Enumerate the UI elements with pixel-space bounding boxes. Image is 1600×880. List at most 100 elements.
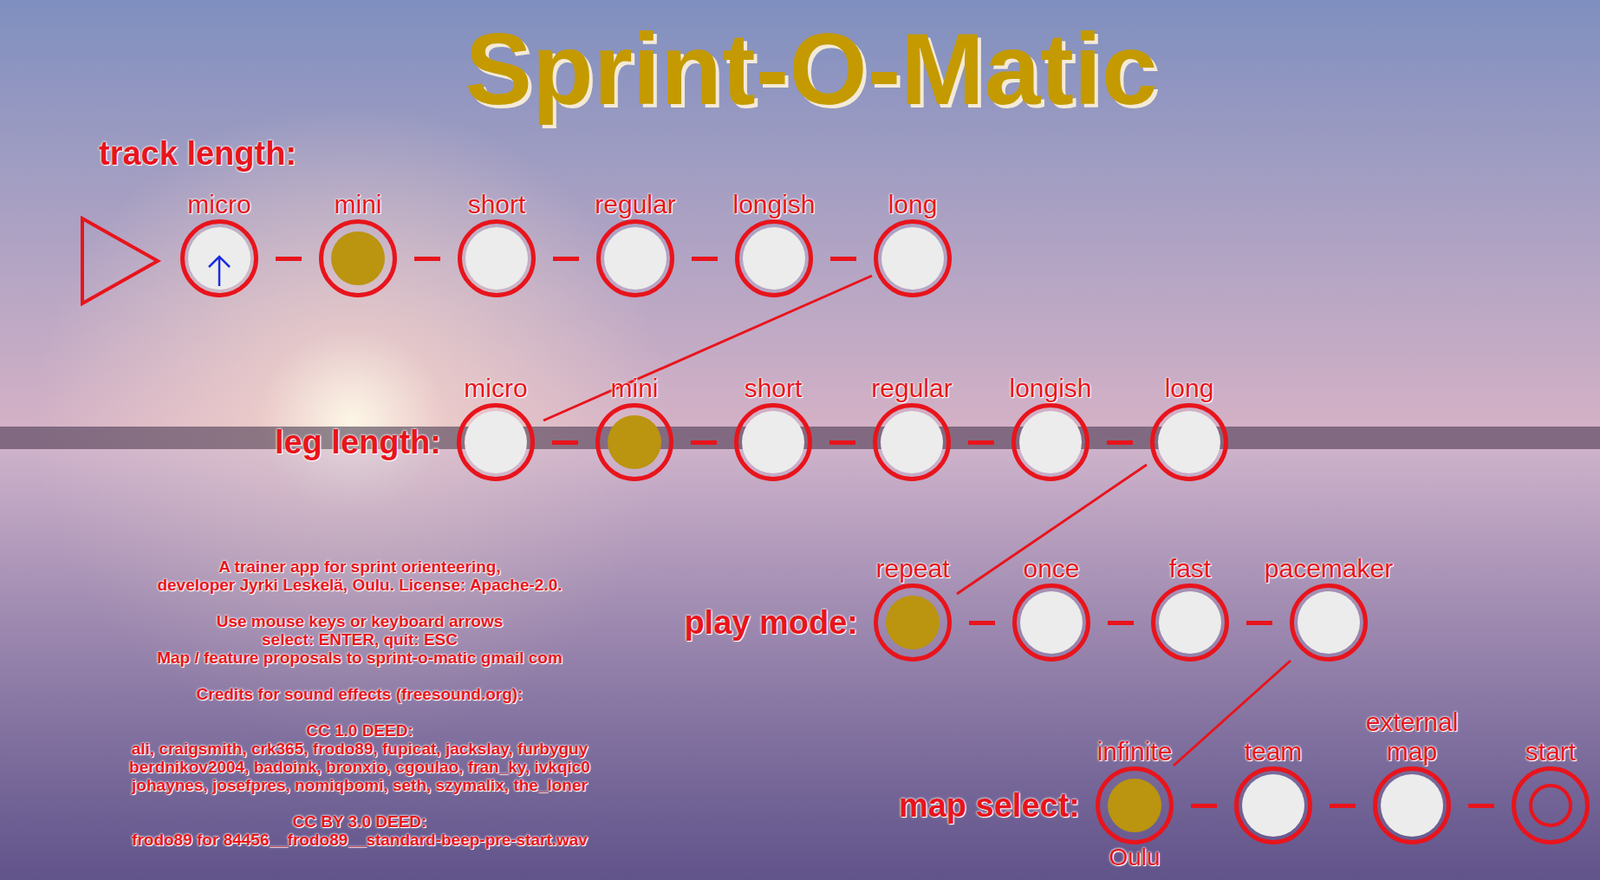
option-node[interactable]: longish bbox=[734, 189, 814, 298]
option-ring[interactable] bbox=[1151, 583, 1230, 662]
main-menu: Sprint-O-Matic track length: micro mini shor… bbox=[0, 0, 1600, 880]
connector-dash bbox=[950, 403, 1012, 482]
option-ring[interactable] bbox=[1372, 766, 1451, 845]
option-dot-selected bbox=[1107, 778, 1162, 833]
option-ring[interactable] bbox=[1095, 766, 1174, 845]
option-ring[interactable] bbox=[457, 219, 536, 298]
option-dot-selected bbox=[331, 231, 385, 286]
connector-dash bbox=[812, 403, 873, 482]
option-ring[interactable] bbox=[1150, 403, 1229, 482]
option-label: short bbox=[457, 189, 536, 220]
option-dot bbox=[604, 227, 667, 290]
option-note: external bbox=[1372, 707, 1451, 737]
option-node[interactable]: longish bbox=[1011, 373, 1090, 482]
option-dot-selected bbox=[607, 415, 662, 469]
option-ring[interactable] bbox=[595, 403, 674, 482]
option-ring[interactable] bbox=[1511, 766, 1590, 845]
option-node[interactable]: mini bbox=[318, 189, 397, 298]
option-dot bbox=[464, 410, 527, 474]
start-inner-ring bbox=[1528, 783, 1573, 827]
connector-dash bbox=[535, 219, 597, 298]
connector-dash bbox=[1450, 766, 1512, 845]
connector-dash bbox=[1229, 583, 1290, 662]
connector-dash bbox=[396, 219, 458, 298]
option-node[interactable]: regular bbox=[872, 373, 951, 482]
option-node[interactable]: regular bbox=[596, 189, 675, 298]
option-label: longish bbox=[1011, 373, 1090, 404]
option-node[interactable]: pacemaker bbox=[1289, 553, 1368, 662]
option-ring[interactable] bbox=[180, 219, 259, 298]
option-node[interactable]: team bbox=[1234, 736, 1313, 845]
option-node[interactable]: infiniteOulu bbox=[1095, 736, 1174, 845]
info-paragraph: CC 1.0 DEED:ali, craigsmith, crk365, fro… bbox=[129, 721, 591, 794]
option-ring[interactable] bbox=[873, 583, 952, 662]
option-row: play mode:repeatoncefastpacemaker bbox=[873, 553, 1368, 662]
option-ring[interactable] bbox=[872, 403, 951, 482]
option-ring[interactable] bbox=[1289, 583, 1368, 662]
cursor-arrow-icon bbox=[206, 253, 233, 288]
option-label: team bbox=[1234, 736, 1313, 767]
option-dot-selected bbox=[885, 595, 940, 650]
option-row: map select:infiniteOuluteamexternalmapst… bbox=[1095, 736, 1590, 845]
option-dot bbox=[188, 227, 251, 290]
option-dot bbox=[1380, 773, 1444, 837]
option-node[interactable]: externalmap bbox=[1372, 736, 1451, 845]
option-label: fast bbox=[1151, 553, 1230, 584]
option-label: repeat bbox=[873, 553, 952, 584]
option-note: Oulu bbox=[1095, 844, 1174, 871]
section-label: track length: bbox=[98, 134, 297, 173]
option-label: regular bbox=[596, 189, 675, 220]
option-ring[interactable] bbox=[873, 219, 952, 298]
info-paragraph: CC BY 3.0 DEED:frodo89 for 84456__frodo8… bbox=[131, 812, 588, 849]
section-label: play mode: bbox=[683, 583, 859, 662]
option-ring[interactable] bbox=[734, 219, 814, 298]
option-label: long bbox=[1150, 373, 1229, 404]
option-label: mini bbox=[595, 373, 674, 404]
option-dot bbox=[880, 410, 944, 474]
option-ring[interactable] bbox=[318, 219, 397, 298]
option-node[interactable]: short bbox=[734, 373, 813, 482]
option-label: mini bbox=[318, 189, 397, 220]
info-paragraph: Credits for sound effects (freesound.org… bbox=[196, 684, 524, 703]
option-node[interactable]: short bbox=[457, 189, 536, 298]
info-paragraph: A trainer app for sprint orienteering,de… bbox=[156, 557, 562, 594]
connector-dash bbox=[673, 403, 735, 482]
title: Sprint-O-Matic bbox=[0, 15, 1600, 124]
connector-dash bbox=[1090, 583, 1152, 662]
option-node[interactable]: start bbox=[1511, 736, 1590, 845]
option-row: leg length:microminishortregularlongishl… bbox=[456, 373, 1229, 482]
option-dot bbox=[1297, 591, 1360, 654]
option-dot bbox=[1242, 773, 1305, 837]
option-ring[interactable] bbox=[596, 219, 675, 298]
option-dot bbox=[1020, 591, 1083, 654]
option-ring[interactable] bbox=[456, 403, 535, 482]
play-icon[interactable] bbox=[79, 215, 163, 306]
option-node[interactable]: fast bbox=[1151, 553, 1230, 662]
option-ring[interactable] bbox=[1012, 583, 1091, 662]
option-node[interactable]: long bbox=[1150, 373, 1229, 482]
option-node[interactable]: repeat bbox=[873, 553, 952, 662]
option-label: longish bbox=[734, 189, 814, 220]
option-dot bbox=[742, 227, 806, 290]
option-label: infinite bbox=[1095, 736, 1174, 767]
option-label: start bbox=[1511, 736, 1590, 767]
option-row: track length:microminishortregularlongis… bbox=[180, 189, 952, 298]
option-node[interactable]: micro bbox=[456, 373, 535, 482]
option-node[interactable]: once bbox=[1012, 553, 1091, 662]
option-ring[interactable] bbox=[1011, 403, 1090, 482]
section-label: leg length: bbox=[274, 403, 442, 482]
option-node[interactable]: long bbox=[873, 189, 952, 298]
option-dot bbox=[1157, 410, 1221, 474]
info-paragraph: Use mouse keys or keyboard arrowsselect:… bbox=[156, 611, 563, 667]
option-label: pacemaker bbox=[1289, 553, 1368, 584]
option-dot bbox=[741, 410, 805, 474]
option-ring[interactable] bbox=[1234, 766, 1313, 845]
option-node[interactable]: mini bbox=[595, 373, 674, 482]
info-text: A trainer app for sprint orienteering,de… bbox=[0, 557, 720, 849]
option-ring[interactable] bbox=[734, 403, 813, 482]
option-label: once bbox=[1012, 553, 1091, 584]
option-dot bbox=[465, 227, 528, 290]
connector-dash bbox=[534, 403, 596, 482]
option-node[interactable]: micro bbox=[180, 189, 259, 298]
connector-dash bbox=[1089, 403, 1151, 482]
